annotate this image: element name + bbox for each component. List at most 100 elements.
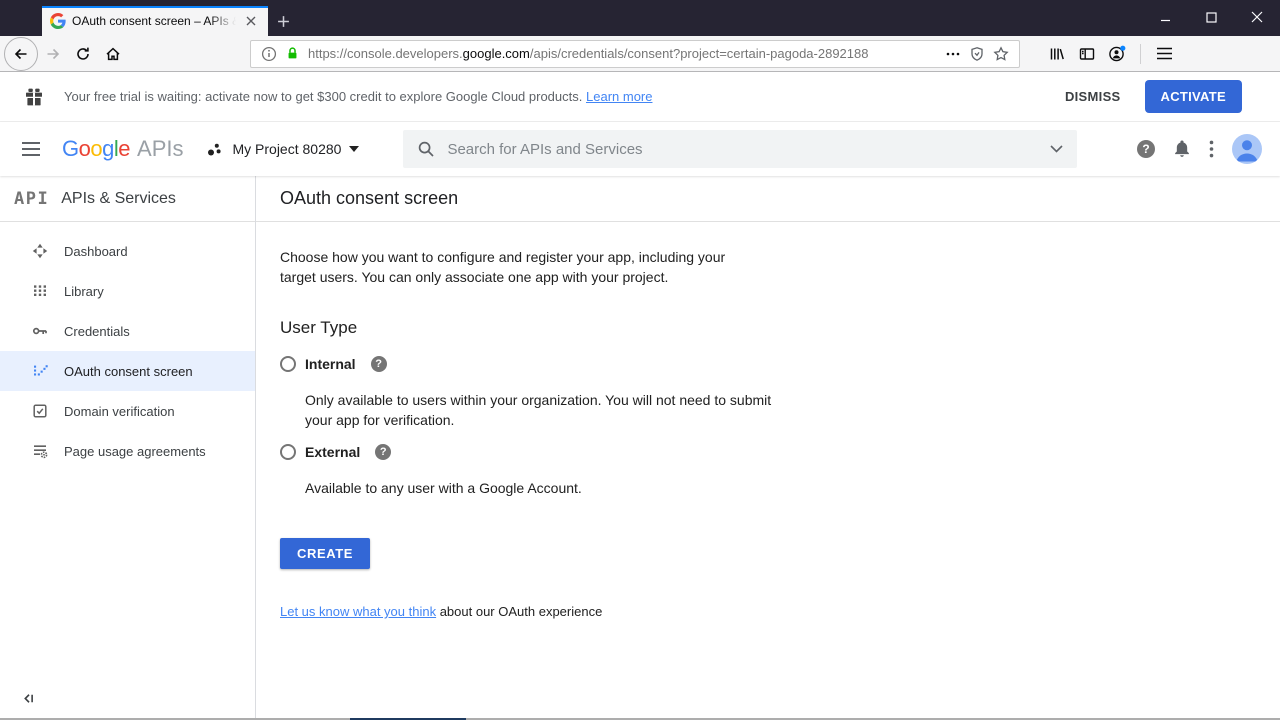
- gift-icon: [24, 87, 44, 107]
- page-title-row: OAuth consent screen: [256, 176, 1280, 222]
- more-options-icon[interactable]: [1209, 140, 1214, 158]
- console-header: Google APIs My Project 80280: [0, 122, 1280, 176]
- project-icon: [207, 142, 222, 157]
- browser-titlebar: OAuth consent screen – APIs &: [0, 0, 1280, 36]
- user-type-heading: User Type: [280, 318, 1256, 338]
- dismiss-button[interactable]: DISMISS: [1055, 81, 1131, 112]
- internal-help-icon[interactable]: [371, 356, 387, 372]
- shield-icon[interactable]: [969, 46, 985, 62]
- site-info-icon[interactable]: [261, 46, 277, 62]
- new-tab-button[interactable]: [268, 6, 298, 36]
- bookmark-star-icon[interactable]: [993, 46, 1009, 62]
- url-host: google.com: [463, 46, 530, 61]
- home-button[interactable]: [98, 39, 128, 69]
- internal-label: Internal: [305, 356, 356, 372]
- browser-tab[interactable]: OAuth consent screen – APIs &: [42, 6, 268, 36]
- feedback-line: Let us know what you think about our OAu…: [280, 604, 1256, 619]
- page-body: API APIs & Services Dashboard Library: [0, 176, 1280, 720]
- main-panel: OAuth consent screen Choose how you want…: [256, 176, 1280, 720]
- user-avatar[interactable]: [1232, 134, 1262, 164]
- checkbox-check-icon: [32, 403, 48, 419]
- window-close-button[interactable]: [1234, 0, 1280, 34]
- reload-button[interactable]: [68, 39, 98, 69]
- search-chevron-down-icon[interactable]: [1050, 145, 1063, 153]
- learn-more-link[interactable]: Learn more: [586, 89, 652, 104]
- external-help-icon[interactable]: [375, 444, 391, 460]
- sidebar-item-label: Library: [64, 284, 104, 299]
- sidebar-item-label: Credentials: [64, 324, 130, 339]
- search-icon: [417, 140, 435, 158]
- header-right-icons: [1119, 134, 1262, 164]
- library-books-icon: [32, 283, 48, 299]
- sidebar-item-library[interactable]: Library: [0, 271, 255, 311]
- external-option-row: External: [280, 442, 1256, 462]
- tab-title: OAuth consent screen – APIs &: [72, 14, 236, 28]
- notifications-bell-icon[interactable]: [1173, 140, 1191, 158]
- search-input[interactable]: [447, 141, 1050, 158]
- internal-description: Only available to users within your orga…: [305, 390, 775, 430]
- apis-logo-suffix: APIs: [137, 136, 183, 162]
- search-bar: [403, 130, 1077, 168]
- lock-icon[interactable]: [285, 46, 300, 61]
- api-logo: API: [14, 189, 49, 209]
- activate-button[interactable]: ACTIVATE: [1145, 80, 1242, 113]
- external-label: External: [305, 444, 360, 460]
- external-radio[interactable]: [280, 444, 296, 460]
- toolbar-right-icons: [1042, 39, 1187, 69]
- help-icon[interactable]: [1137, 140, 1155, 158]
- url-protocol: https://console.developers.: [308, 46, 463, 61]
- sidebar-item-dashboard[interactable]: Dashboard: [0, 231, 255, 271]
- project-caret-icon: [349, 146, 359, 152]
- google-favicon-icon: [50, 13, 66, 29]
- collapse-sidebar-button[interactable]: [22, 691, 37, 706]
- feedback-rest: about our OAuth experience: [436, 604, 602, 619]
- window-minimize-button[interactable]: [1142, 0, 1188, 34]
- tab-close-icon[interactable]: [242, 12, 260, 30]
- intro-text: Choose how you want to configure and reg…: [280, 247, 758, 287]
- trial-banner-text: Your free trial is waiting: activate now…: [64, 89, 652, 104]
- key-icon: [32, 323, 48, 339]
- window-controls: [1142, 0, 1280, 34]
- sidebar-item-credentials[interactable]: Credentials: [0, 311, 255, 351]
- internal-option-row: Internal: [280, 354, 1256, 374]
- page-actions-icon[interactable]: [945, 46, 961, 62]
- feedback-link[interactable]: Let us know what you think: [280, 604, 436, 619]
- internal-radio[interactable]: [280, 356, 296, 372]
- sidebar-item-page-usage-agreements[interactable]: Page usage agreements: [0, 431, 255, 471]
- sidebar-item-oauth-consent-screen[interactable]: OAuth consent screen: [0, 351, 255, 391]
- external-description: Available to any user with a Google Acco…: [305, 478, 775, 498]
- menu-icon[interactable]: [1149, 39, 1179, 69]
- trial-message: Your free trial is waiting: activate now…: [64, 89, 582, 104]
- list-gear-icon: [32, 443, 48, 459]
- url-bar[interactable]: https://console.developers.google.com/ap…: [250, 40, 1020, 68]
- browser-toolbar: https://console.developers.google.com/ap…: [0, 36, 1280, 72]
- project-name: My Project 80280: [232, 141, 341, 157]
- url-text: https://console.developers.google.com/ap…: [308, 46, 941, 61]
- sidebar-item-domain-verification[interactable]: Domain verification: [0, 391, 255, 431]
- sidebar-title: APIs & Services: [61, 190, 176, 208]
- dashboard-icon: [32, 243, 48, 259]
- toolbar-separator: [1140, 44, 1141, 64]
- main-content: Choose how you want to configure and reg…: [256, 222, 1280, 644]
- sidebar-header: API APIs & Services: [0, 176, 255, 222]
- sidebar-nav: Dashboard Library Credentials OAuth cons…: [0, 222, 255, 471]
- page-title: OAuth consent screen: [280, 188, 458, 209]
- forward-button[interactable]: [38, 39, 68, 69]
- sidebar-item-label: Domain verification: [64, 404, 175, 419]
- sidebar-item-label: OAuth consent screen: [64, 364, 193, 379]
- window-maximize-button[interactable]: [1188, 0, 1234, 34]
- sidebar-item-label: Dashboard: [64, 244, 128, 259]
- trial-banner: Your free trial is waiting: activate now…: [0, 72, 1280, 122]
- url-path: /apis/credentials/consent?project=certai…: [530, 46, 869, 61]
- sidebar: API APIs & Services Dashboard Library: [0, 176, 256, 720]
- library-icon[interactable]: [1042, 39, 1072, 69]
- account-icon[interactable]: [1102, 39, 1132, 69]
- console-hamburger-icon[interactable]: [18, 138, 44, 160]
- project-selector[interactable]: My Project 80280: [207, 141, 359, 157]
- sidebars-icon[interactable]: [1072, 39, 1102, 69]
- back-button[interactable]: [4, 37, 38, 71]
- oauth-consent-icon: [32, 363, 48, 379]
- create-button[interactable]: CREATE: [280, 538, 370, 569]
- google-apis-logo: Google APIs: [62, 136, 183, 162]
- google-logo: Google: [62, 136, 130, 162]
